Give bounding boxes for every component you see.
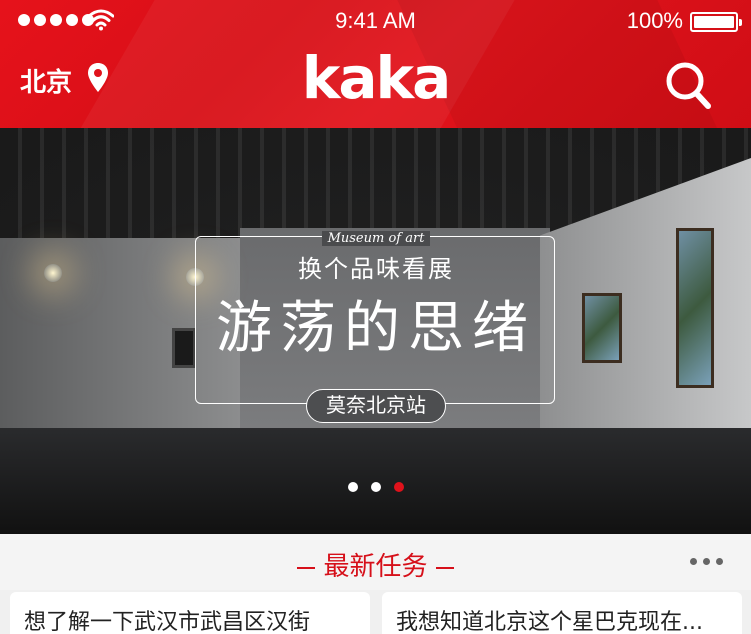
battery-icon	[690, 12, 742, 32]
app-logo: kaka	[301, 44, 451, 112]
carousel-dot[interactable]	[347, 482, 358, 492]
painting-image	[676, 228, 714, 388]
banner-headline: 游荡的思绪	[216, 296, 536, 361]
section-title: 最新任务	[323, 552, 428, 582]
task-card[interactable]: 想了解一下武汉市武昌区汉街	[10, 592, 370, 634]
carousel-dot-active[interactable]	[393, 482, 404, 492]
more-dots-icon[interactable]	[690, 558, 723, 565]
wall-lamp	[44, 264, 62, 282]
banner-subtitle: 换个品味看展	[298, 255, 454, 283]
carousel-indicator	[0, 482, 751, 492]
promo-banner[interactable]: Museum of art 换个品味看展 游荡的思绪 莫奈北京站	[0, 128, 751, 534]
title-dash-left	[297, 566, 316, 569]
latest-tasks-header: 最新任务	[0, 534, 751, 590]
painting-image	[582, 293, 622, 363]
top-header: 9:41 AM 100% 北京 kaka	[0, 0, 751, 128]
station-badge: 莫奈北京站	[306, 389, 446, 423]
battery-percentage: 100%	[626, 8, 683, 33]
carousel-dot[interactable]	[370, 482, 381, 492]
task-text: 我想知道北京这个星巴克现在...	[396, 610, 703, 634]
task-text: 想了解一下武汉市武昌区汉街	[24, 610, 311, 634]
title-dash-right	[435, 566, 454, 569]
status-bar: 9:41 AM 100%	[0, 0, 751, 42]
task-card[interactable]: 我想知道北京这个星巴克现在...	[382, 592, 742, 634]
museum-label: Museum of art	[321, 231, 431, 246]
search-icon[interactable]	[664, 60, 712, 110]
painting-image	[172, 328, 196, 368]
banner-floor	[0, 428, 751, 534]
banner-title-frame: Museum of art 换个品味看展 游荡的思绪 莫奈北京站	[195, 231, 555, 423]
